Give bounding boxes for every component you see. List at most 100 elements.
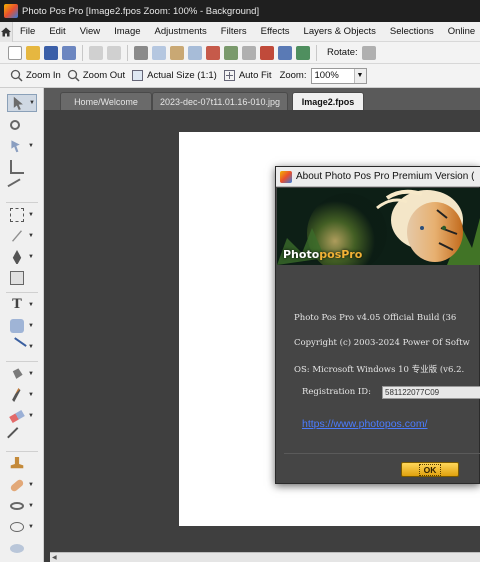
chevron-down-icon[interactable]: ▼ xyxy=(28,323,34,329)
dialog-title: About Photo Pos Pro Premium Version ( xyxy=(296,171,475,182)
shape-tool[interactable]: ▼ xyxy=(7,317,37,335)
path-tool[interactable]: ▼ xyxy=(7,248,37,266)
chevron-down-icon[interactable]: ▼ xyxy=(28,392,34,398)
menu-online[interactable]: Online xyxy=(441,26,480,37)
menu-filters[interactable]: Filters xyxy=(214,26,254,37)
crop-tool[interactable] xyxy=(7,158,37,176)
eraser-tool[interactable]: ▼ xyxy=(7,407,37,425)
chevron-down-icon[interactable]: ▼ xyxy=(28,524,34,530)
menu-view[interactable]: View xyxy=(73,26,107,37)
text-tool[interactable]: T ▼ xyxy=(7,296,37,314)
delete-icon[interactable] xyxy=(206,45,220,60)
shapes-icon xyxy=(10,319,24,333)
zoom-out-button[interactable]: Zoom Out xyxy=(67,69,125,82)
photo-icon[interactable] xyxy=(296,45,310,60)
about-banner-image: PhotoposPro xyxy=(277,188,480,265)
crop-icon[interactable] xyxy=(242,45,256,60)
palette-separator xyxy=(6,292,38,293)
lasso-icon xyxy=(10,522,24,532)
zoom-in-button[interactable]: Zoom In xyxy=(10,69,61,82)
chevron-down-icon[interactable]: ▼ xyxy=(28,302,34,308)
brush-tool[interactable]: ▼ xyxy=(7,386,37,404)
redo-icon[interactable] xyxy=(107,45,121,60)
build-info: Photo Pos Pro v4.05 Official Build (36 xyxy=(294,313,457,323)
menu-bar: File Edit View Image Adjustments Filters… xyxy=(0,21,480,42)
transform-tool[interactable] xyxy=(7,269,37,287)
chevron-down-icon[interactable]: ▼ xyxy=(28,371,34,377)
cut-icon[interactable] xyxy=(134,45,148,60)
paste-new-icon[interactable] xyxy=(188,45,202,60)
chevron-down-icon[interactable]: ▼ xyxy=(353,68,366,83)
actual-size-button[interactable]: Actual Size (1:1) xyxy=(131,69,217,82)
move-tool[interactable]: ▼ xyxy=(7,137,37,155)
chevron-down-icon[interactable]: ▼ xyxy=(28,233,34,239)
copy-icon[interactable] xyxy=(152,45,166,60)
menu-selections[interactable]: Selections xyxy=(383,26,441,37)
chevron-down-icon[interactable]: ▼ xyxy=(28,143,34,149)
chevron-down-icon[interactable]: ▼ xyxy=(28,212,34,218)
chevron-down-icon[interactable]: ▼ xyxy=(28,254,34,260)
paste-icon[interactable] xyxy=(170,45,184,60)
save-icon[interactable] xyxy=(44,45,58,60)
undo-icon[interactable] xyxy=(89,45,103,60)
document-tabs: Home/Welcome 2023-dec-07t11.01.16-010.jp… xyxy=(44,88,480,110)
horizontal-scrollbar[interactable]: ◀ xyxy=(50,552,480,562)
smudge-tool[interactable] xyxy=(7,539,37,557)
main-toolbar: Rotate: xyxy=(0,42,480,64)
palette-separator xyxy=(6,361,38,362)
menu-image[interactable]: Image xyxy=(107,26,147,37)
menu-file[interactable]: File xyxy=(13,26,42,37)
chevron-down-icon[interactable]: ▼ xyxy=(28,344,34,350)
straighten-tool[interactable] xyxy=(7,178,37,198)
auto-fit-label: Auto Fit xyxy=(238,70,272,81)
rect-selection-tool[interactable]: ▼ xyxy=(7,206,37,224)
auto-fit-button[interactable]: Auto Fit xyxy=(223,69,272,82)
tab-image2-fpos[interactable]: Image2.fpos xyxy=(292,92,364,110)
save-as-icon[interactable] xyxy=(62,45,76,60)
pointer-tool[interactable]: ▼ xyxy=(7,94,37,112)
ok-button[interactable]: OK xyxy=(401,462,459,477)
actual-size-icon xyxy=(132,70,144,81)
chevron-down-icon[interactable]: ▼ xyxy=(28,413,34,419)
fill-tool[interactable]: ▼ xyxy=(7,365,37,383)
magnifier-icon xyxy=(10,120,20,130)
magic-wand-icon xyxy=(7,226,27,246)
menu-layers-objects[interactable]: Layers & Objects xyxy=(297,26,383,37)
zoom-tool[interactable] xyxy=(7,116,37,134)
stamp-tool[interactable] xyxy=(7,455,37,473)
home-button[interactable] xyxy=(0,21,13,42)
lasso-tool[interactable]: ▼ xyxy=(7,518,37,536)
app-icon xyxy=(4,4,18,18)
dialog-title-bar[interactable]: About Photo Pos Pro Premium Version ( xyxy=(276,167,480,187)
zoom-select[interactable]: 100% ▼ xyxy=(310,67,367,84)
image-properties-icon[interactable] xyxy=(224,45,238,60)
pen-icon xyxy=(12,250,22,264)
menu-edit[interactable]: Edit xyxy=(42,26,72,37)
resize-icon[interactable] xyxy=(260,45,274,60)
canvas-icon[interactable] xyxy=(278,45,292,60)
rotate-icon[interactable] xyxy=(361,45,376,60)
chevron-down-icon[interactable]: ▼ xyxy=(28,482,34,488)
menu-effects[interactable]: Effects xyxy=(254,26,297,37)
logo-part2: posPro xyxy=(319,248,363,261)
scroll-left-icon[interactable]: ◀ xyxy=(52,555,58,561)
logo-part1: Photo xyxy=(283,248,320,261)
zoom-in-label: Zoom In xyxy=(26,70,61,81)
magic-wand-tool[interactable]: ▼ xyxy=(7,227,37,245)
open-folder-icon[interactable] xyxy=(26,45,40,60)
new-file-icon[interactable] xyxy=(8,45,22,60)
toolbar-separator xyxy=(316,44,317,61)
red-eye-tool[interactable]: ▼ xyxy=(7,497,37,515)
tab-jpg-file[interactable]: 2023-dec-07t11.01.16-010.jpg xyxy=(152,92,288,110)
menu-adjustments[interactable]: Adjustments xyxy=(148,26,214,37)
healing-tool[interactable]: ▼ xyxy=(7,476,37,494)
copyright-info: Copyright (c) 2003-2024 Power Of Softw xyxy=(294,338,470,348)
color-picker-tool[interactable] xyxy=(7,427,37,447)
registration-id-field[interactable]: 581122077C09 xyxy=(382,386,480,399)
chevron-down-icon[interactable]: ▼ xyxy=(28,503,34,509)
line-tool[interactable]: ▼ xyxy=(7,337,37,357)
website-link[interactable]: https://www.photopos.com/ xyxy=(302,418,427,430)
rect-selection-icon xyxy=(10,208,24,222)
tab-home-welcome[interactable]: Home/Welcome xyxy=(60,92,152,110)
chevron-down-icon[interactable]: ▼ xyxy=(29,100,35,106)
